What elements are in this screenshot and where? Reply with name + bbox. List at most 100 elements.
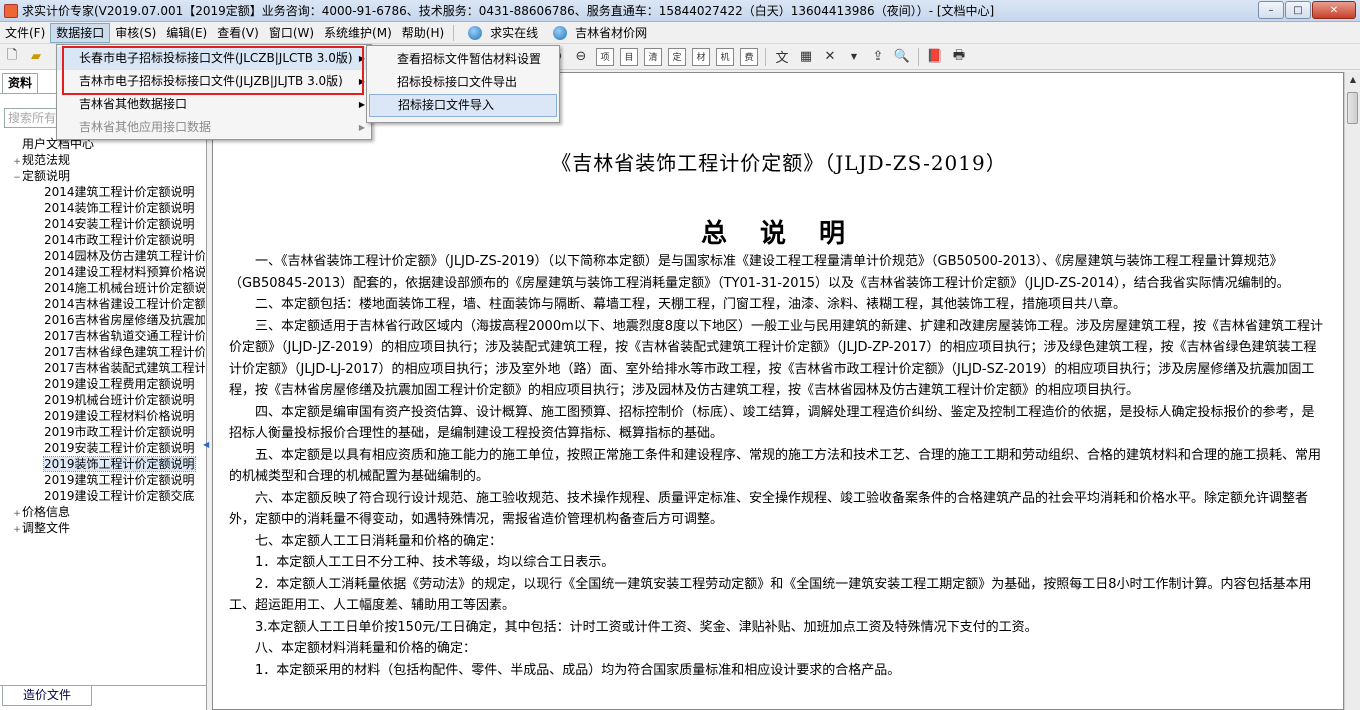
delete-icon[interactable]: ⊖ <box>572 48 590 66</box>
minimize-button[interactable]: – <box>1258 1 1284 19</box>
tree-item[interactable]: 2014施工机械台班计价定额说 <box>0 280 205 296</box>
printer-icon[interactable]: 🖶 <box>950 48 968 66</box>
document-tree: 用户文档中心 +规范法规 −定额说明 2014建筑工程计价定额说明 2014装饰工程计价… <box>0 136 205 696</box>
list-icon[interactable]: 清 <box>644 47 662 66</box>
tree-folder[interactable]: +规范法规 <box>0 152 205 168</box>
tree-folder[interactable]: +调整文件 <box>0 520 205 536</box>
tree-item-label: 2014园林及仿古建筑工程计价 <box>44 249 205 263</box>
tree-item-label: 2014吉林省建设工程计价定额 <box>44 297 205 311</box>
print-preview-icon[interactable]: 🔍 <box>893 48 911 66</box>
menu-data-interface[interactable]: 数据接口 <box>50 22 111 43</box>
menu-item-export-interface[interactable]: 招标投标接口文件导出 <box>367 71 559 94</box>
menu-edit[interactable]: 编辑(E) <box>161 23 212 43</box>
tree-item-label: 2014安装工程计价定额说明 <box>44 217 195 231</box>
tree-item[interactable]: 2019建设工程计价定额交底 <box>0 488 205 504</box>
tree-folder[interactable]: +价格信息 <box>0 504 205 520</box>
title-bar: 求实计价专家(V2019.07.001【2019定额】业务咨询：4000-91-… <box>0 0 1360 22</box>
menu-item-view-estimated-material[interactable]: 查看招标文件暂估材料设置 <box>367 48 559 71</box>
chevron-down-icon[interactable]: ▼ <box>845 48 863 66</box>
open-folder-icon[interactable]: ▰ <box>27 48 45 66</box>
tree-item-label: 调整文件 <box>22 521 71 535</box>
close-x-icon[interactable]: ✕ <box>821 48 839 66</box>
menu-item-label: 吉林省其他应用接口数据 <box>79 120 212 134</box>
menu-bar: 文件(F) 数据接口 审核(S) 编辑(E) 查看(V) 窗口(W) 系统维护(… <box>0 22 1360 44</box>
tree-folder[interactable]: −定额说明 <box>0 168 205 184</box>
expand-toggle-icon[interactable]: − <box>12 170 22 184</box>
menu-view[interactable]: 查看(V) <box>212 23 264 43</box>
globe-icon <box>468 25 483 40</box>
paragraph: 2．本定额人工消耗量依据《劳动法》的规定，以现行《全国统一建筑安装工程劳动定额》… <box>229 576 1312 614</box>
tree-item[interactable]: 2014市政工程计价定额说明 <box>0 232 205 248</box>
document-title: 《吉林省装饰工程计价定额》（JLJD-ZS-2019） <box>551 151 1007 175</box>
tree-item[interactable]: 2014吉林省建设工程计价定额 <box>0 296 205 312</box>
tree-item[interactable]: 2017吉林省轨道交通工程计价 <box>0 328 205 344</box>
link-qiushi-online[interactable]: 求实在线 <box>485 23 543 43</box>
menu-item-other-app-interface[interactable]: 吉林省其他应用接口数据 ▶ <box>57 116 371 139</box>
tree-item-label: 2017吉林省装配式建筑工程计 <box>44 361 205 375</box>
machine-icon[interactable]: 机 <box>716 47 734 66</box>
expand-toggle-icon[interactable]: + <box>12 506 22 520</box>
tree-item-label: 2016吉林省房屋修缮及抗震加 <box>44 313 205 327</box>
tree-item-label: 价格信息 <box>22 505 71 519</box>
close-button[interactable]: ✕ <box>1312 1 1356 19</box>
menu-review[interactable]: 审核(S) <box>110 23 161 43</box>
tab-cost-files[interactable]: 造价文件 <box>2 686 92 706</box>
chevron-right-icon: ▶ <box>358 100 365 109</box>
text-icon[interactable]: 文 <box>773 48 791 66</box>
tree-item[interactable]: 2019安装工程计价定额说明 <box>0 440 205 456</box>
app-icon <box>4 3 18 18</box>
expand-toggle-icon[interactable]: + <box>12 522 22 536</box>
tree-item[interactable]: 2019建设工程材料价格说明 <box>0 408 205 424</box>
paragraph: 五、本定额是以具有相应资质和施工能力的施工单位，按照正常施工条件和建设程序、常规… <box>229 447 1322 485</box>
tree-item[interactable]: 2017吉林省绿色建筑工程计价 <box>0 344 205 360</box>
scrollbar-thumb[interactable] <box>1347 92 1358 124</box>
scroll-up-icon[interactable]: ▲ <box>1345 72 1360 88</box>
paragraph: 四、本定额是编审国有资产投资估算、设计概算、施工图预算、招标控制价（标底）、竣工… <box>229 404 1315 442</box>
tree-item[interactable]: 2014园林及仿古建筑工程计价 <box>0 248 205 264</box>
menu-item-import-interface[interactable]: 招标接口文件导入 <box>369 94 557 117</box>
book-icon[interactable]: 📕 <box>926 48 944 66</box>
table-icon[interactable]: ▦ <box>797 48 815 66</box>
menu-help[interactable]: 帮助(H) <box>397 23 449 43</box>
tree-item[interactable]: 2014建设工程材料预算价格说 <box>0 264 205 280</box>
tree-item[interactable]: 2019机械台班计价定额说明 <box>0 392 205 408</box>
tree-item-label: 2019机械台班计价定额说明 <box>44 393 195 407</box>
paragraph: 3.本定额人工工日单价按150元/工日确定，其中包括：计时工资或计件工资、奖金、… <box>255 619 1038 635</box>
tree-item-label: 2014装饰工程计价定额说明 <box>44 201 195 215</box>
tree-item[interactable]: 2014装饰工程计价定额说明 <box>0 200 205 216</box>
export-icon[interactable]: ⇪ <box>869 48 887 66</box>
menu-window[interactable]: 窗口(W) <box>264 23 319 43</box>
vertical-scrollbar[interactable]: ▲ <box>1344 72 1360 710</box>
quota-icon[interactable]: 定 <box>668 47 686 66</box>
expand-toggle-icon[interactable]: + <box>12 154 22 168</box>
tab-materials[interactable]: 资料 <box>2 73 38 93</box>
paragraph: 1．本定额采用的材料（包括构配件、零件、半成品、成品）均为符合国家质量标准和相应… <box>255 662 901 678</box>
tree-item[interactable]: 2019建筑工程计价定额说明 <box>0 472 205 488</box>
tree-item[interactable]: 2014建筑工程计价定额说明 <box>0 184 205 200</box>
paragraph: 七、本定额人工工日消耗量和价格的确定： <box>255 533 503 549</box>
new-file-icon[interactable]: 🗋 <box>3 48 21 66</box>
menu-item-other-data-interface[interactable]: 吉林省其他数据接口 ▶ <box>57 93 371 116</box>
maximize-button[interactable]: □ <box>1285 1 1311 19</box>
tree-item-label: 2019建设工程费用定额说明 <box>44 377 195 391</box>
paragraph: 六、本定额反映了符合现行设计规范、施工验收规范、技术操作规程、质量评定标准、安全… <box>229 490 1309 528</box>
tree-item[interactable]: 2019市政工程计价定额说明 <box>0 424 205 440</box>
menu-file[interactable]: 文件(F) <box>0 23 50 43</box>
tree-item-label: 2014建设工程材料预算价格说 <box>44 265 205 279</box>
tree-item[interactable]: 2019建设工程费用定额说明 <box>0 376 205 392</box>
menu-system[interactable]: 系统维护(M) <box>319 23 397 43</box>
window-controls: – □ ✕ <box>1258 1 1356 19</box>
tree-item[interactable]: 2019装饰工程计价定额说明 <box>0 456 205 472</box>
tree-item-label: 2019市政工程计价定额说明 <box>44 425 195 439</box>
material-icon[interactable]: 材 <box>692 47 710 66</box>
toolbar-separator <box>918 47 919 66</box>
item-icon[interactable]: 目 <box>620 47 638 66</box>
link-material-price-net[interactable]: 吉林省材价网 <box>570 23 652 43</box>
tree-item[interactable]: 2017吉林省装配式建筑工程计 <box>0 360 205 376</box>
splitter-arrow-icon[interactable]: ◀ <box>203 440 209 450</box>
tree-item[interactable]: 2014安装工程计价定额说明 <box>0 216 205 232</box>
project-icon[interactable]: 项 <box>596 47 614 66</box>
paragraph: 1．本定额人工工日不分工种、技术等级，均以综合工日表示。 <box>255 555 615 570</box>
fee-icon[interactable]: 费 <box>740 47 758 66</box>
tree-item[interactable]: 2016吉林省房屋修缮及抗震加 <box>0 312 205 328</box>
